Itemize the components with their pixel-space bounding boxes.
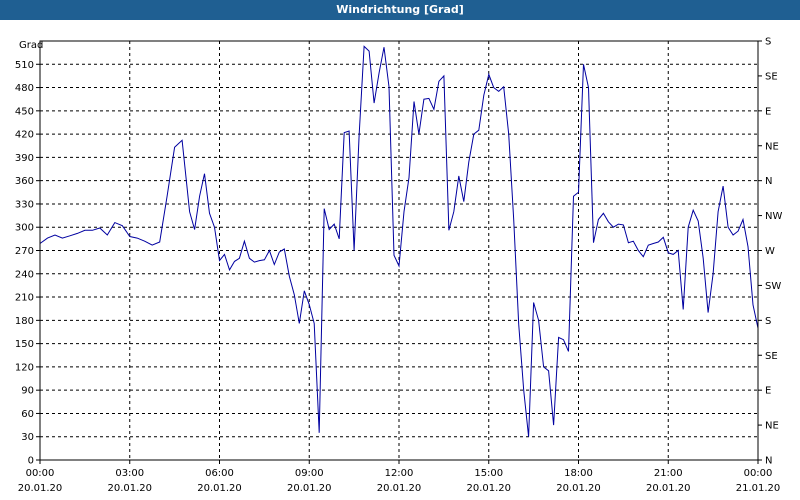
y-tick-label: 0: [28, 456, 34, 467]
x-tick-time-label: 21:00: [654, 468, 683, 479]
y-tick-label: 90: [21, 386, 34, 397]
y-axis-label: Grad: [19, 40, 43, 51]
y-tick-label: 390: [15, 153, 34, 164]
y-tick-label: 480: [15, 83, 34, 94]
y-tick-label: 450: [15, 106, 34, 117]
x-tick-time-label: 15:00: [474, 468, 503, 479]
y-tick-label: 300: [15, 223, 34, 234]
y-axis-right: N NE E SE S SW W NW N NE E SE S: [758, 37, 782, 467]
y-right-tick-label: SW: [765, 281, 781, 292]
x-tick-time-label: 09:00: [295, 468, 324, 479]
y-tick-label: 420: [15, 130, 34, 141]
y-tick-label: 60: [21, 409, 34, 420]
y-tick-label: 510: [15, 60, 34, 71]
y-tick-label: 180: [15, 316, 34, 327]
x-tick-date-label: 21.01.20: [736, 483, 781, 494]
y-right-tick-label: SE: [765, 351, 778, 362]
x-tick-date-label: 20.01.20: [377, 483, 422, 494]
x-tick-date-label: 20.01.20: [646, 483, 691, 494]
y-right-tick-label: SE: [765, 71, 778, 82]
y-tick-label: 150: [15, 339, 34, 350]
y-right-tick-label: E: [765, 106, 771, 117]
chart-area: 0 30 60 90 120 150 180 210 240 270 300 330 360 390 420…: [0, 20, 800, 500]
y-tick-label: 120: [15, 362, 34, 373]
x-tick-date-label: 20.01.20: [287, 483, 332, 494]
y-axis-left: 0 30 60 90 120 150 180 210 240 270 300 330 360 390 420…: [15, 60, 40, 467]
chart-title-bar: Windrichtung [Grad]: [0, 0, 800, 20]
y-tick-label: 360: [15, 176, 34, 187]
y-right-tick-label: N: [765, 176, 772, 187]
y-right-tick-label: N: [765, 456, 772, 467]
wind-direction-chart: 0 30 60 90 120 150 180 210 240 270 300 330 360 390 420…: [15, 37, 783, 495]
x-tick-time-label: 18:00: [564, 468, 593, 479]
y-tick-label: 30: [21, 432, 34, 443]
y-right-tick-label: NE: [765, 421, 779, 432]
y-tick-label: 270: [15, 246, 34, 257]
x-tick-date-label: 20.01.20: [556, 483, 601, 494]
y-tick-label: 210: [15, 293, 34, 304]
x-tick-time-label: 12:00: [385, 468, 414, 479]
grid-lines: [40, 41, 758, 460]
x-tick-date-label: 20.01.20: [466, 483, 511, 494]
x-tick-time-label: 00:00: [26, 468, 55, 479]
y-tick-label: 240: [15, 269, 34, 280]
y-right-tick-label: E: [765, 386, 771, 397]
x-tick-time-label: 03:00: [115, 468, 144, 479]
y-tick-label: 330: [15, 199, 34, 210]
x-tick-date-label: 20.01.20: [18, 483, 63, 494]
y-right-tick-label: NW: [765, 211, 782, 222]
y-right-tick-label: W: [765, 246, 775, 257]
x-tick-time-label: 00:00: [744, 468, 773, 479]
x-tick-date-label: 20.01.20: [197, 483, 242, 494]
y-right-tick-label: NE: [765, 141, 779, 152]
y-right-tick-label: S: [765, 37, 771, 48]
chart-title: Windrichtung [Grad]: [336, 3, 464, 16]
x-tick-time-label: 06:00: [205, 468, 234, 479]
y-right-tick-label: S: [765, 316, 771, 327]
x-tick-date-label: 20.01.20: [107, 483, 152, 494]
x-axis: 00:00 20.01.20 03:00 20.01.20 06:00 20.01.20 0…: [18, 460, 781, 494]
